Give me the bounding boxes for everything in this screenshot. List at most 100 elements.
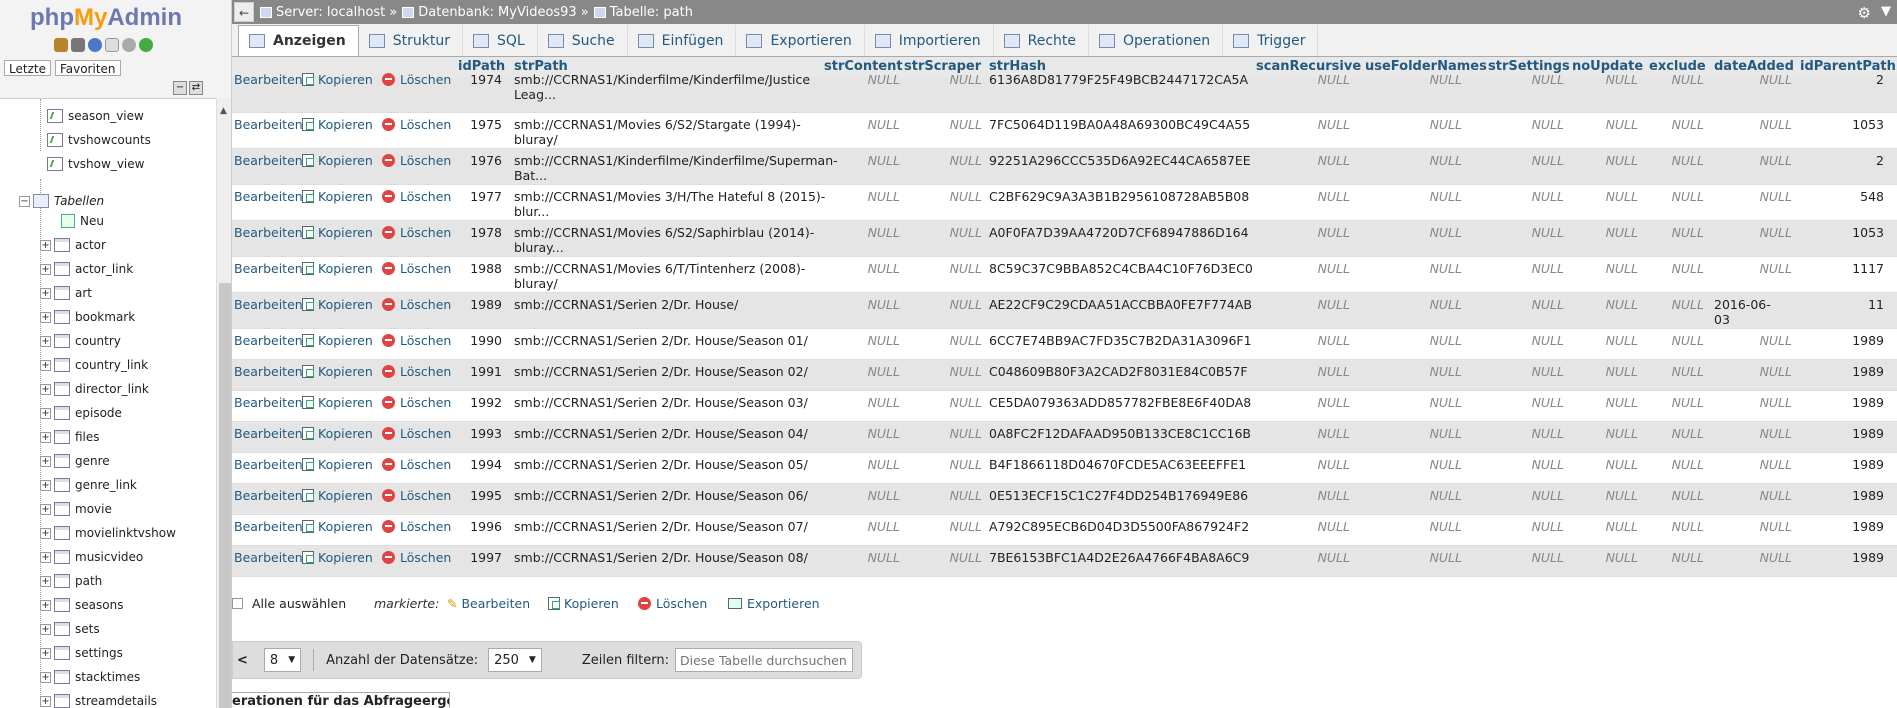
bulk-copy-button[interactable]: Kopieren [548, 596, 619, 611]
expand-icon[interactable]: + [40, 359, 51, 371]
tree-table-country[interactable]: + country [40, 331, 121, 351]
copy-row-button[interactable]: Kopieren [302, 364, 373, 379]
copy-row-button[interactable]: Kopieren [302, 426, 373, 441]
tree-table-art[interactable]: + art [40, 283, 92, 303]
page-select[interactable]: 8 ▼ [263, 648, 302, 672]
scrollbar-thumb[interactable] [219, 283, 231, 708]
tab-operationen[interactable]: Operationen [1089, 25, 1224, 56]
tree-table-seasons[interactable]: + seasons [40, 595, 123, 615]
delete-row-button[interactable]: Löschen [382, 426, 451, 441]
edit-row-button[interactable]: Bearbeiten [234, 261, 303, 276]
tab-anzeigen[interactable]: Anzeigen [238, 25, 359, 56]
tree-view-tvshow_view[interactable]: tvshow_view [47, 154, 144, 174]
copy-row-button[interactable]: Kopieren [302, 519, 373, 534]
tree-new-table[interactable]: Neu [61, 211, 104, 231]
copy-row-button[interactable]: Kopieren [302, 488, 373, 503]
tree-table-movielinktvshow[interactable]: + movielinktvshow [40, 523, 176, 543]
delete-row-button[interactable]: Löschen [382, 395, 451, 410]
expand-icon[interactable]: + [40, 599, 51, 611]
tree-scrollbar[interactable]: ▲ [216, 98, 231, 708]
edit-row-button[interactable]: Bearbeiten [234, 457, 303, 472]
phpmyadmin-logo[interactable]: phpMyAdmin [0, 0, 231, 34]
edit-row-button[interactable]: Bearbeiten [234, 333, 303, 348]
settings-icon[interactable] [122, 38, 136, 52]
tree-table-streamdetails[interactable]: + streamdetails [40, 691, 157, 708]
expand-icon[interactable]: + [40, 239, 51, 251]
edit-row-button[interactable]: Bearbeiten [234, 395, 303, 410]
expand-icon[interactable]: + [40, 263, 51, 275]
bulk-export-button[interactable]: Exportieren [728, 596, 820, 611]
expand-icon[interactable]: + [40, 335, 51, 347]
tab-importieren[interactable]: Importieren [865, 25, 994, 56]
tree-table-bookmark[interactable]: + bookmark [40, 307, 135, 327]
copy-row-button[interactable]: Kopieren [302, 225, 373, 240]
edit-row-button[interactable]: Bearbeiten [234, 117, 303, 132]
copy-row-button[interactable]: Kopieren [302, 153, 373, 168]
tree-table-episode[interactable]: + episode [40, 403, 122, 423]
select-all-checkbox[interactable] [232, 598, 243, 609]
delete-row-button[interactable]: Löschen [382, 225, 451, 240]
edit-row-button[interactable]: Bearbeiten [234, 72, 303, 87]
copy-row-button[interactable]: Kopieren [302, 395, 373, 410]
edit-row-button[interactable]: Bearbeiten [234, 519, 303, 534]
bulk-edit-button[interactable]: ✎ Bearbeiten [447, 596, 530, 611]
edit-row-button[interactable]: Bearbeiten [234, 426, 303, 441]
delete-row-button[interactable]: Löschen [382, 189, 451, 204]
delete-row-button[interactable]: Löschen [382, 297, 451, 312]
copy-row-button[interactable]: Kopieren [302, 189, 373, 204]
collapse-all-icon[interactable]: − [173, 81, 187, 95]
tree-table-stacktimes[interactable]: + stacktimes [40, 667, 140, 687]
docs-icon[interactable] [105, 38, 119, 52]
chevron-down-icon[interactable]: ▼ [1881, 4, 1891, 19]
expand-icon[interactable]: + [40, 623, 51, 635]
expand-icon[interactable]: + [40, 551, 51, 563]
tab-suche[interactable]: Suche [538, 25, 628, 56]
delete-row-button[interactable]: Löschen [382, 550, 451, 565]
tree-table-files[interactable]: + files [40, 427, 100, 447]
tab-exportieren[interactable]: Exportieren [736, 25, 865, 56]
copy-row-button[interactable]: Kopieren [302, 457, 373, 472]
collapse-nav-button[interactable]: ← [234, 2, 254, 22]
tree-table-settings[interactable]: + settings [40, 643, 123, 663]
edit-row-button[interactable]: Bearbeiten [234, 297, 303, 312]
tree-view-season_view[interactable]: season_view [47, 106, 144, 126]
tree-table-genre[interactable]: + genre [40, 451, 110, 471]
reload-icon[interactable] [139, 38, 153, 52]
recent-tab[interactable]: Letzte [4, 60, 51, 76]
prev-page-button[interactable]: < [237, 653, 248, 668]
delete-row-button[interactable]: Löschen [382, 117, 451, 132]
breadcrumb-table[interactable]: Tabelle: path [593, 5, 693, 20]
filter-input[interactable] [674, 648, 853, 672]
delete-row-button[interactable]: Löschen [382, 261, 451, 276]
edit-row-button[interactable]: Bearbeiten [234, 550, 303, 565]
copy-row-button[interactable]: Kopieren [302, 261, 373, 276]
link-icon[interactable]: ⇄ [189, 81, 203, 95]
expand-icon[interactable]: + [40, 527, 51, 539]
tab-einfügen[interactable]: Einfügen [628, 25, 737, 56]
edit-row-button[interactable]: Bearbeiten [234, 225, 303, 240]
collapse-icon[interactable]: − [19, 195, 30, 207]
delete-row-button[interactable]: Löschen [382, 364, 451, 379]
bulk-delete-button[interactable]: Löschen [638, 596, 707, 611]
tree-table-actor[interactable]: + actor [40, 235, 106, 255]
expand-icon[interactable]: + [40, 407, 51, 419]
breadcrumb-server[interactable]: Server: localhost » [260, 5, 397, 20]
tree-table-country_link[interactable]: + country_link [40, 355, 148, 375]
tree-table-genre_link[interactable]: + genre_link [40, 475, 137, 495]
expand-icon[interactable]: + [40, 503, 51, 515]
expand-icon[interactable]: + [40, 287, 51, 299]
tree-table-path[interactable]: + path [40, 571, 102, 591]
query-results-operations[interactable]: erationen für das Abfrageergebnis [232, 692, 450, 708]
breadcrumb-database[interactable]: Datenbank: MyVideos93 » [402, 5, 589, 20]
tree-table-sets[interactable]: + sets [40, 619, 100, 639]
tab-rechte[interactable]: Rechte [994, 25, 1089, 56]
copy-row-button[interactable]: Kopieren [302, 117, 373, 132]
home-icon[interactable] [54, 38, 68, 52]
tab-struktur[interactable]: Struktur [359, 25, 463, 56]
edit-row-button[interactable]: Bearbeiten [234, 153, 303, 168]
edit-row-button[interactable]: Bearbeiten [234, 488, 303, 503]
gear-icon[interactable]: ⚙ [1858, 4, 1871, 22]
expand-icon[interactable]: + [40, 671, 51, 683]
delete-row-button[interactable]: Löschen [382, 72, 451, 87]
edit-row-button[interactable]: Bearbeiten [234, 364, 303, 379]
